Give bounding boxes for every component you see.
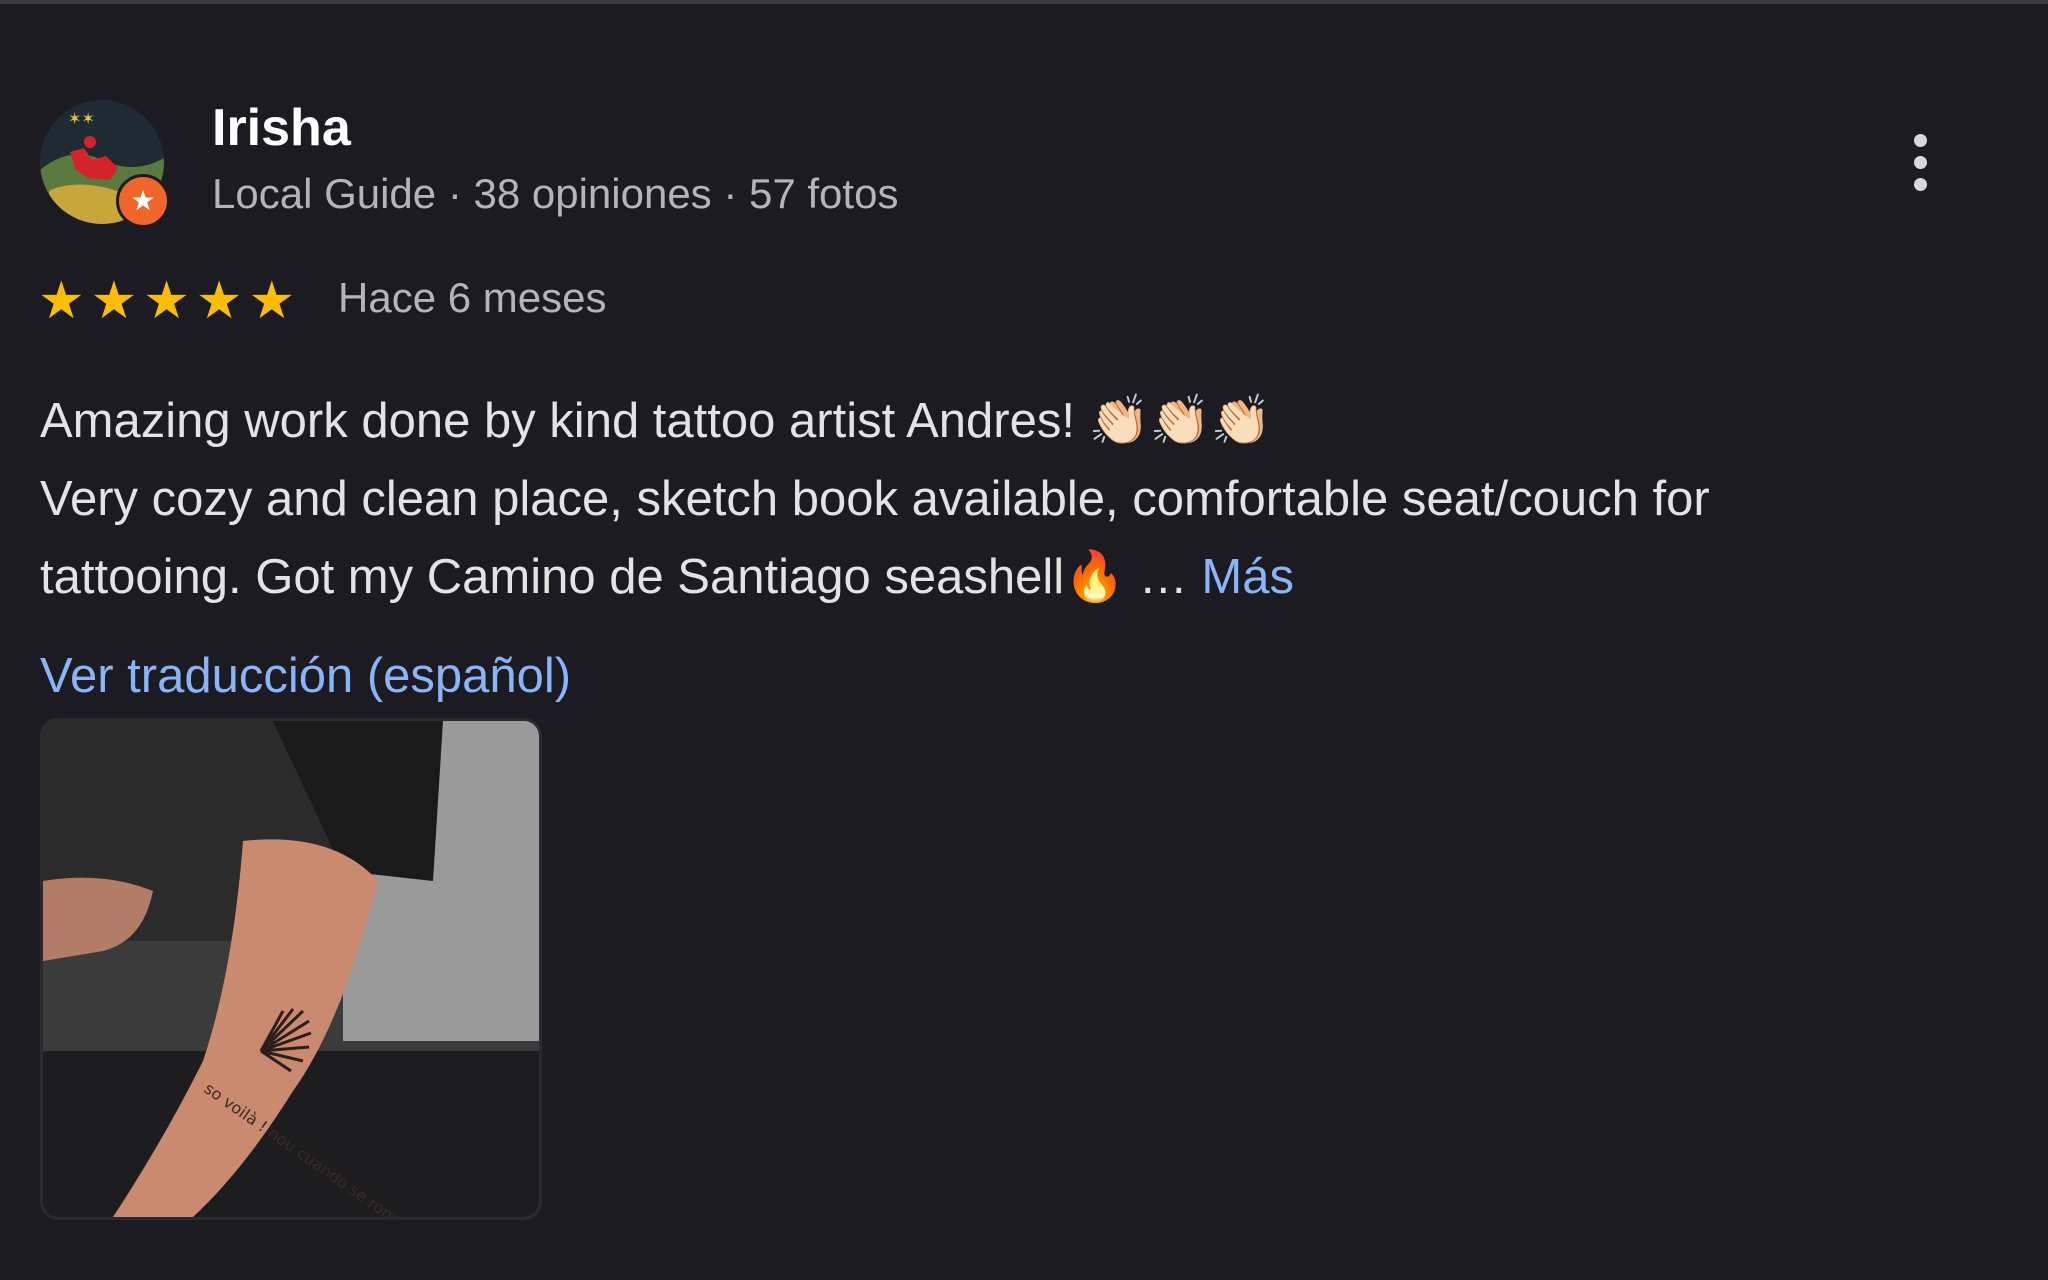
star-rating: ★ ★ ★ ★ ★ xyxy=(38,272,295,330)
menu-dot xyxy=(1913,155,1927,169)
star-icon: ★ xyxy=(143,272,190,330)
review-photo[interactable]: so voilà ! nou cuando se rompa el cuore xyxy=(40,718,542,1220)
review-text-line: Amazing work done by kind tattoo artist … xyxy=(40,394,1272,448)
translate-link[interactable]: Ver traducción (español) xyxy=(40,648,571,704)
review-card: ✶✶ ★ Irisha Local Guide · 38 opiniones ·… xyxy=(0,0,2048,1280)
star-icon: ★ xyxy=(38,272,85,330)
star-icon: ★ xyxy=(248,272,296,330)
star-icon: ★ xyxy=(90,272,138,330)
more-vert-icon[interactable] xyxy=(1890,120,1950,204)
menu-dot xyxy=(1913,177,1927,191)
author-name[interactable]: Irisha xyxy=(212,98,351,158)
star-icon: ★ xyxy=(195,272,243,330)
review-text-line: Very cozy and clean place, sketch book a… xyxy=(40,472,1710,526)
review-text-line: tattooing. Got my Camino de Santiago sea… xyxy=(40,550,1202,604)
svg-text:✶✶: ✶✶ xyxy=(68,109,95,128)
review-text-line-last: tattooing. Got my Camino de Santiago sea… xyxy=(40,538,2000,616)
author-meta: Local Guide · 38 opiniones · 57 fotos xyxy=(212,170,899,217)
review-text: Amazing work done by kind tattoo artist … xyxy=(40,382,2000,616)
author-avatar[interactable]: ✶✶ ★ xyxy=(40,100,170,228)
review-time: Hace 6 meses xyxy=(338,274,607,321)
local-guide-star-icon: ★ xyxy=(116,174,170,228)
menu-dot xyxy=(1913,133,1927,147)
more-link[interactable]: Más xyxy=(1201,550,1294,604)
